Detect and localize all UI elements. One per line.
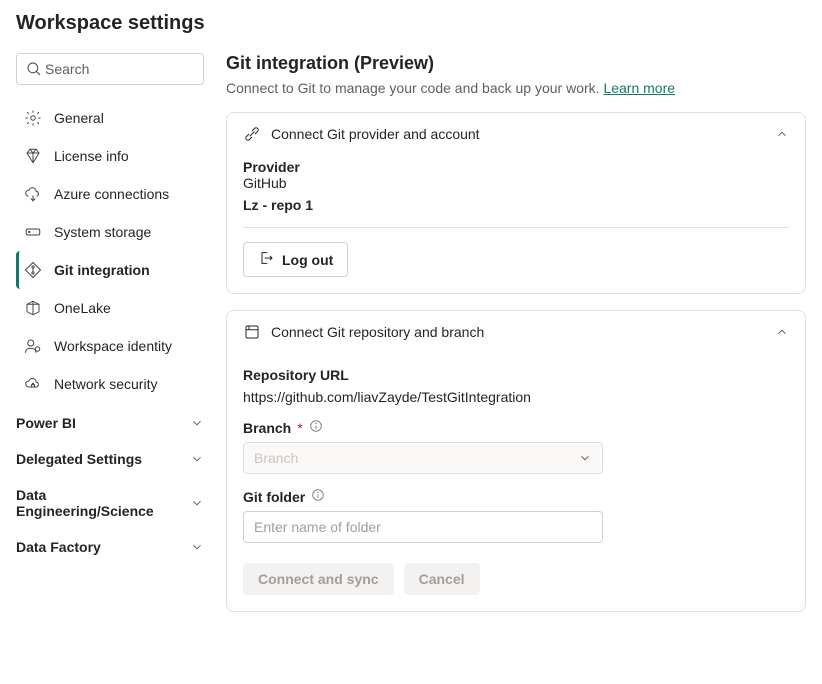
storage-icon: [24, 223, 42, 241]
section-subtitle: Connect to Git to manage your code and b…: [226, 80, 806, 96]
card-provider: Connect Git provider and account Provide…: [226, 112, 806, 294]
folder-label: Git folder: [243, 488, 789, 505]
nav-label: General: [54, 110, 104, 126]
card-repo-title: Connect Git repository and branch: [271, 324, 765, 340]
nav-label: System storage: [54, 224, 151, 240]
logout-icon: [258, 250, 274, 269]
cancel-button[interactable]: Cancel: [404, 563, 480, 595]
provider-value: GitHub: [243, 175, 789, 191]
card-provider-header[interactable]: Connect Git provider and account: [227, 113, 805, 155]
main-content: Git integration (Preview) Connect to Git…: [226, 53, 806, 628]
nav-group-label: Delegated Settings: [16, 451, 142, 467]
section-title: Git integration (Preview): [226, 53, 806, 74]
branch-placeholder: Branch: [254, 450, 298, 466]
card-provider-title: Connect Git provider and account: [271, 126, 765, 142]
git-icon: [24, 261, 42, 279]
logout-button[interactable]: Log out: [243, 242, 348, 277]
nav-label: Azure connections: [54, 186, 169, 202]
branch-select[interactable]: Branch: [243, 442, 603, 474]
repo-icon: [243, 323, 261, 341]
gear-icon: [24, 109, 42, 127]
chevron-down-icon: [190, 496, 204, 510]
sidebar-item-storage[interactable]: System storage: [16, 213, 204, 251]
provider-label: Provider: [243, 159, 789, 175]
info-icon[interactable]: [311, 488, 325, 505]
card-repo-header[interactable]: Connect Git repository and branch: [227, 311, 805, 353]
onelake-icon: [24, 299, 42, 317]
info-icon[interactable]: [309, 419, 323, 436]
nav-label: Git integration: [54, 262, 150, 278]
repo-url-label: Repository URL: [243, 367, 789, 383]
nav-group-data-eng[interactable]: Data Engineering/Science: [16, 475, 204, 527]
sidebar: General License info Azure connections S…: [16, 53, 204, 628]
search-icon: [25, 60, 43, 78]
chevron-down-icon: [578, 451, 592, 465]
plug-icon: [243, 125, 261, 143]
card-repo: Connect Git repository and branch Reposi…: [226, 310, 806, 612]
chevron-up-icon: [775, 325, 789, 339]
diamond-icon: [24, 147, 42, 165]
sidebar-item-git[interactable]: Git integration: [16, 251, 204, 289]
sidebar-item-identity[interactable]: Workspace identity: [16, 327, 204, 365]
required-indicator: *: [297, 420, 302, 436]
account-value: Lz - repo 1: [243, 197, 789, 213]
nav-label: Network security: [54, 376, 157, 392]
nav-group-powerbi[interactable]: Power BI: [16, 403, 204, 439]
nav-group-label: Power BI: [16, 415, 76, 431]
sidebar-item-network[interactable]: Network security: [16, 365, 204, 403]
cloud-lock-icon: [24, 375, 42, 393]
nav-label: Workspace identity: [54, 338, 172, 354]
chevron-down-icon: [190, 416, 204, 430]
search-box[interactable]: [16, 53, 204, 85]
nav-group-label: Data Engineering/Science: [16, 487, 156, 519]
chevron-down-icon: [190, 540, 204, 554]
sidebar-item-onelake[interactable]: OneLake: [16, 289, 204, 327]
branch-label: Branch *: [243, 419, 789, 436]
search-input[interactable]: [43, 60, 228, 78]
sidebar-item-general[interactable]: General: [16, 99, 204, 137]
nav-label: License info: [54, 148, 129, 164]
chevron-down-icon: [190, 452, 204, 466]
cloud-sync-icon: [24, 185, 42, 203]
identity-icon: [24, 337, 42, 355]
nav-label: OneLake: [54, 300, 111, 316]
sidebar-item-license[interactable]: License info: [16, 137, 204, 175]
git-folder-input[interactable]: [243, 511, 603, 543]
nav-group-delegated[interactable]: Delegated Settings: [16, 439, 204, 475]
chevron-up-icon: [775, 127, 789, 141]
sidebar-item-azure[interactable]: Azure connections: [16, 175, 204, 213]
learn-more-link[interactable]: Learn more: [603, 80, 675, 96]
connect-sync-button[interactable]: Connect and sync: [243, 563, 394, 595]
nav-group-data-factory[interactable]: Data Factory: [16, 527, 204, 563]
nav-group-label: Data Factory: [16, 539, 101, 555]
page-title: Workspace settings: [16, 12, 806, 35]
divider: [243, 227, 789, 228]
repo-url-value: https://github.com/liavZayde/TestGitInte…: [243, 389, 789, 405]
